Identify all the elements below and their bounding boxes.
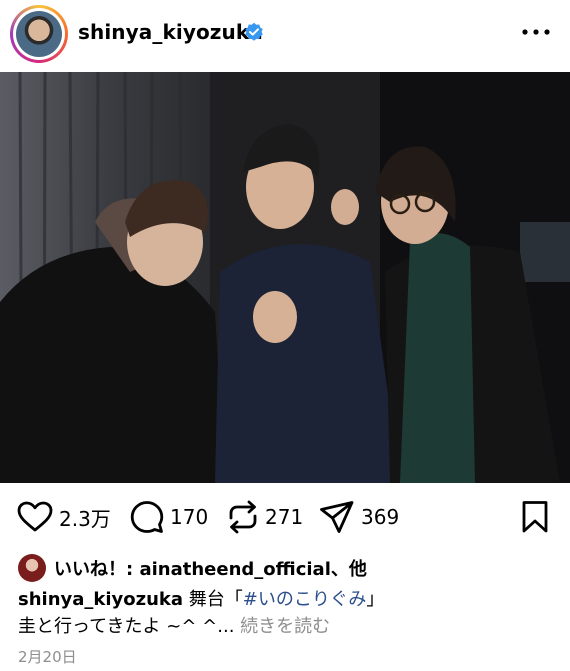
more-horizontal-icon[interactable] [518,24,554,40]
liker-username[interactable]: ainatheend_official [139,559,330,580]
action-bar: 2.3万 170 271 369 [0,497,570,537]
backstage-photo-illustration [0,72,570,483]
comment-icon[interactable] [130,500,164,534]
comment-count: 170 [170,505,209,529]
profile-avatar[interactable] [10,5,68,63]
likes-summary[interactable]: いいね！: ainatheend_official、他 [18,553,367,583]
share-count: 369 [361,505,400,529]
read-more-link[interactable]: 続きを読む [234,616,330,637]
liker-avatar[interactable] [18,554,46,582]
likes-suffix: 、他 [330,559,367,580]
heart-icon[interactable] [17,501,53,533]
repost-action[interactable]: 271 [227,497,303,537]
caption-text-after: 」 [366,589,385,610]
verified-badge-icon [245,22,263,41]
like-action[interactable]: 2.3万 [17,497,111,537]
caption-line-1: shinya_kiyozuka 舞台「#いのこりぐみ」 [18,585,384,611]
repost-count: 271 [265,505,304,529]
post-image[interactable] [0,72,570,483]
likes-prefix: いいね！: [54,559,140,580]
username-link[interactable]: shinya_kiyozuka [78,20,263,44]
post-header: shinya_kiyozuka [0,0,570,70]
bookmark-icon[interactable] [521,500,549,534]
repost-icon[interactable] [227,500,259,534]
comment-action[interactable]: 170 [130,497,208,537]
share-action[interactable]: 369 [319,497,399,537]
like-count: 2.3万 [59,506,111,531]
caption-username[interactable]: shinya_kiyozuka [18,589,183,610]
caption-line-2: 圭と行ってきたよ ~^ ^... 続きを読む [18,612,330,638]
caption-hashtag[interactable]: #いのこりぐみ [243,589,367,610]
post-date: 2月20日 [18,648,77,666]
save-action[interactable] [521,497,549,537]
caption-body: 圭と行ってきたよ ~^ ^... [18,616,235,637]
share-icon[interactable] [319,500,355,534]
caption-text-before: 舞台「 [183,589,243,610]
